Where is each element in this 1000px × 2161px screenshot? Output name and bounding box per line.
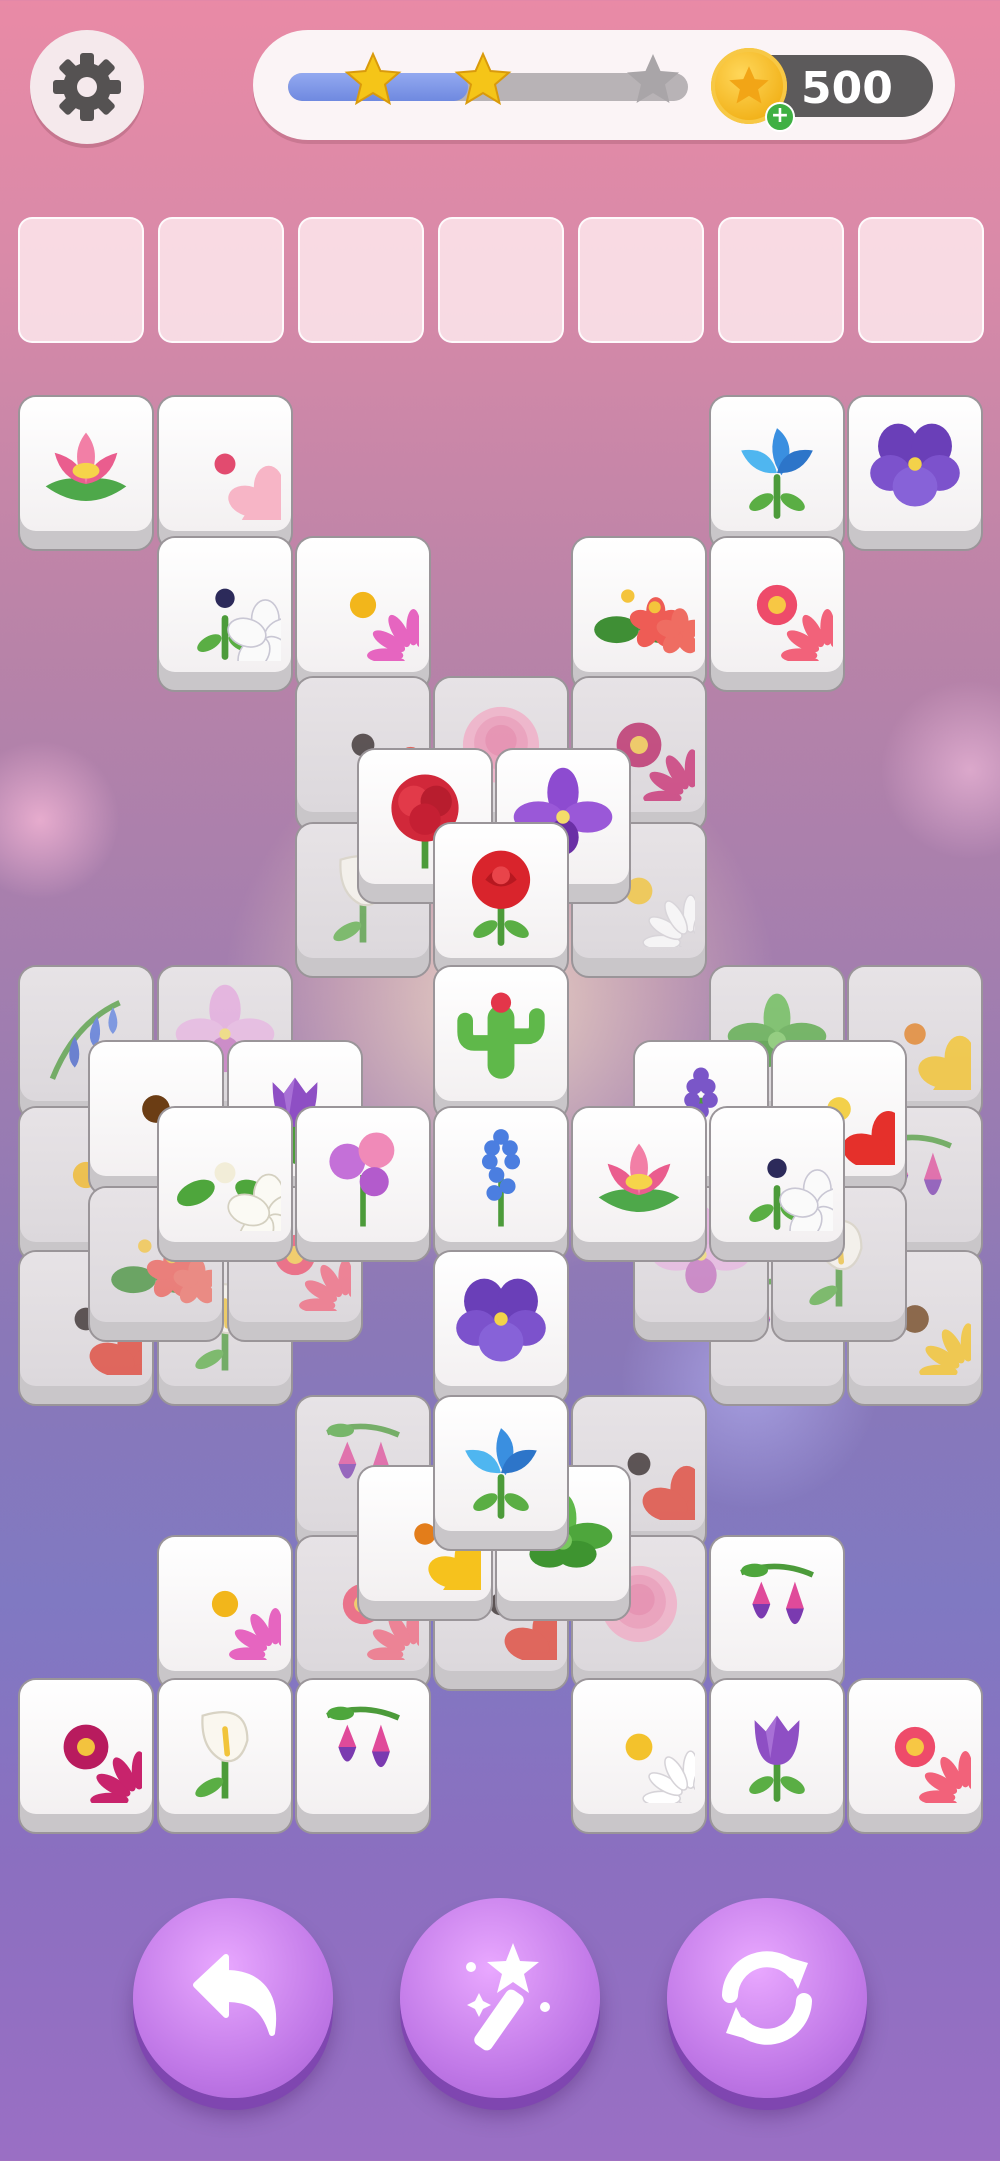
flower-tile-purple-pansy[interactable]: [847, 395, 983, 551]
flower-tile-sweet-pea[interactable]: [295, 1106, 431, 1262]
lotus-icon: [598, 1143, 680, 1212]
tray-slot: [18, 217, 144, 343]
flower-tile-fuchsia[interactable]: [295, 1678, 431, 1834]
flower-tile-purple-pansy[interactable]: [433, 1250, 569, 1406]
flower-tile-blue-hyacinth[interactable]: [433, 1106, 569, 1262]
flower-tile-gardenia[interactable]: [157, 1106, 293, 1262]
flower-tile-pink-daisy[interactable]: [295, 536, 431, 692]
level-progress-panel: + 500: [253, 30, 955, 140]
flower-tile-blue-iris[interactable]: [433, 1395, 569, 1551]
flower-tile-zinnia[interactable]: [709, 536, 845, 692]
sweet-pea-icon: [329, 1132, 395, 1227]
lotus-icon: [45, 432, 127, 501]
flower-tile-pink-daisy[interactable]: [157, 1535, 293, 1691]
purple-pansy-icon: [456, 1278, 546, 1362]
fuchsia-icon: [326, 1706, 400, 1768]
flower-tile-lotus[interactable]: [18, 395, 154, 551]
tray-slot: [298, 217, 424, 343]
flower-tile-cherry-blossom[interactable]: [157, 395, 293, 551]
flower-tile-cactus[interactable]: [433, 965, 569, 1121]
cherry-blossom-icon: [214, 453, 281, 520]
settings-button[interactable]: [30, 30, 144, 144]
gear-icon: [53, 53, 121, 121]
add-coins-button[interactable]: +: [765, 102, 795, 132]
flower-tile-lotus[interactable]: [571, 1106, 707, 1262]
blue-iris-icon: [741, 428, 813, 519]
purple-pansy-icon: [870, 423, 960, 507]
tulip-icon: [749, 1715, 805, 1802]
flower-tile-dahlia[interactable]: [18, 1678, 154, 1834]
gardenia-icon: [177, 1162, 281, 1231]
begonia-icon: [594, 589, 695, 661]
flower-tile-white-anemone[interactable]: [157, 536, 293, 692]
zinnia-icon: [894, 1726, 971, 1803]
flower-tile-begonia[interactable]: [571, 536, 707, 692]
tray-slot: [578, 217, 704, 343]
shuffle-button[interactable]: [667, 1898, 867, 2098]
magic-hint-button[interactable]: [400, 1898, 600, 2098]
white-anemone-icon: [749, 1158, 833, 1231]
flower-tile-calla-lily[interactable]: [157, 1678, 293, 1834]
dahlia-icon: [63, 1724, 142, 1803]
tray-slot: [858, 217, 984, 343]
calla-lily-icon: [195, 1711, 249, 1799]
daisy-icon: [625, 1733, 695, 1803]
star-empty-icon: [623, 50, 683, 110]
pink-daisy-icon: [211, 1590, 281, 1660]
undo-icon: [193, 1954, 277, 2036]
magic-wand-icon: [466, 1943, 550, 2051]
tray-slot: [718, 217, 844, 343]
red-rose-icon: [471, 850, 531, 946]
flower-tile-zinnia[interactable]: [847, 1678, 983, 1834]
star-earned-icon: [453, 50, 513, 110]
flower-tile-tulip[interactable]: [709, 1678, 845, 1834]
pink-daisy-icon: [349, 591, 419, 661]
flower-tile-daisy[interactable]: [571, 1678, 707, 1834]
blue-hyacinth-icon: [481, 1129, 521, 1227]
tray-slot: [438, 217, 564, 343]
flower-tile-white-anemone[interactable]: [709, 1106, 845, 1262]
white-anemone-icon: [197, 588, 281, 661]
undo-button[interactable]: [133, 1898, 333, 2098]
blue-iris-icon: [465, 1428, 537, 1519]
shuffle-icon: [722, 1951, 812, 2045]
coin-count: 500: [801, 63, 893, 114]
zinnia-icon: [756, 584, 833, 661]
flower-tile-blue-iris[interactable]: [709, 395, 845, 551]
star-earned-icon: [343, 50, 403, 110]
cactus-icon: [457, 992, 545, 1079]
flower-tile-fuchsia[interactable]: [709, 1535, 845, 1691]
fuchsia-icon: [740, 1563, 814, 1625]
tray-slot: [158, 217, 284, 343]
flower-tile-red-rose[interactable]: [433, 822, 569, 978]
